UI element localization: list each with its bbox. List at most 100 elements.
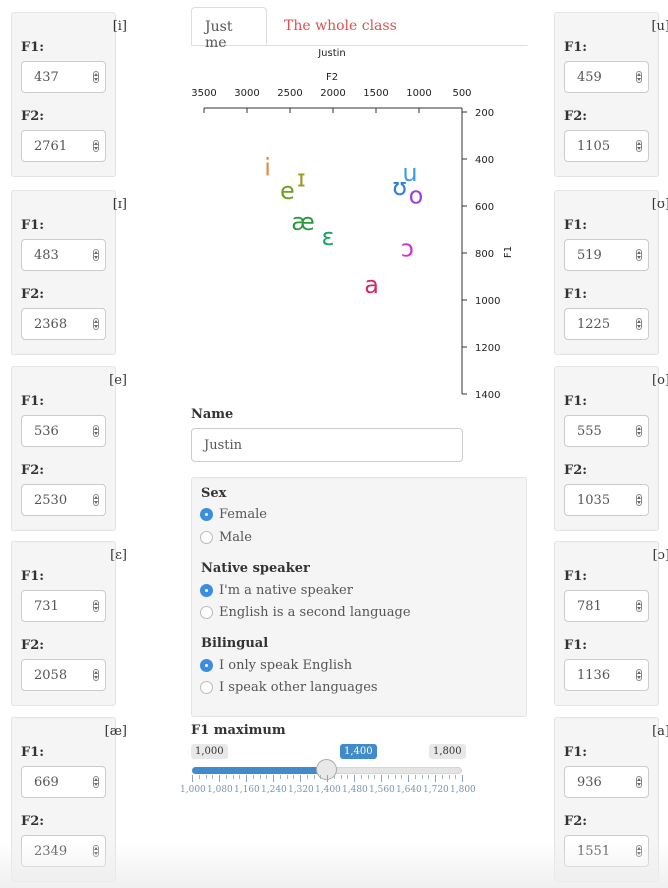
slider-grid-label: 1,480 [342,785,368,795]
slider-grid-label: 1,640 [396,785,422,795]
f1-input[interactable]: 669 [21,766,106,798]
vowel-symbol: [æ] [104,724,127,739]
slider-tick [333,775,335,779]
f2-input[interactable]: 1225 [564,308,649,340]
slider-tick [198,775,200,779]
vowel-point: i [264,154,271,182]
f1-input[interactable]: 483 [21,239,106,271]
slider-tick [462,775,463,782]
y-tick-label: 1000 [475,296,500,307]
x-tick-label: 2000 [320,88,345,99]
vowel-panel-uh: [ʊ] F1: 519 F1: 1225 [554,190,668,355]
f1-label: F1: [21,218,45,233]
slider-tick [313,775,315,779]
slider-tick [435,775,436,782]
spinner-icon[interactable] [93,425,99,437]
spinner-icon[interactable] [93,140,99,152]
spinner-icon[interactable] [636,140,642,152]
f2-label: F2: [564,814,588,829]
spinner-icon[interactable] [636,669,642,681]
slider-value-label: 1,400 [340,744,377,759]
f1-input[interactable]: 519 [564,239,649,271]
y-tick-label: 1400 [475,390,500,401]
spinner-icon[interactable] [93,669,99,681]
f2-label: F2: [21,814,45,829]
spinner-icon[interactable] [636,249,642,261]
radio-checked-icon[interactable] [200,508,213,521]
slider-grid-label: 1,320 [288,785,314,795]
vowel-panel-eh: [ɛ] F1: 731 F2: 2058 [11,541,127,706]
slider-grid-label: 1,160 [234,785,260,795]
slider-tick [401,775,403,779]
slider-grid-label: 1,560 [369,785,395,795]
f1-label: F1: [21,745,45,760]
slider-tick [232,775,234,779]
slider-tick [455,775,457,779]
spinner-icon[interactable] [636,71,642,83]
f2-input[interactable]: 2761 [21,130,106,162]
slider-tick [219,775,220,782]
f2-input[interactable]: 1136 [564,659,649,691]
radio-checked-icon[interactable] [200,659,213,672]
vowel-symbol: [u] [651,19,668,34]
vowel-point: a [364,271,379,299]
radio-checked-icon[interactable] [200,584,213,597]
f1-input[interactable]: 731 [21,590,106,622]
f2-input[interactable]: 2058 [21,659,106,691]
vowel-panel-e: [e] F1: 536 F2: 2530 [11,366,127,531]
slider-tick [414,775,416,779]
f1-label: F1: [564,569,588,584]
tab-whole-class[interactable]: The whole class [271,7,410,45]
radio-unchecked-icon[interactable] [200,531,213,544]
tab-just-me[interactable]: Just me [191,7,267,51]
spinner-icon[interactable] [636,776,642,788]
slider-tick [192,775,193,782]
f2-label: F2: [21,638,45,653]
slider-tick [320,775,322,779]
f2-input[interactable]: 1035 [564,484,649,516]
radio-unchecked-icon[interactable] [200,606,213,619]
f2-input[interactable]: 1105 [564,130,649,162]
f2-label: F2: [21,287,45,302]
f1-input[interactable]: 555 [564,415,649,447]
slider-tick [327,775,328,782]
slider-tick [286,775,288,779]
slider-tick [300,775,301,782]
slider-tick [306,775,308,779]
spinner-icon[interactable] [636,318,642,330]
vowel-panel-o: [o] F1: 555 F2: 1035 [554,366,668,531]
slider-tick [205,775,207,779]
f2-input[interactable]: 2368 [21,308,106,340]
f1-label: F1: [564,394,588,409]
slider-tick [239,775,241,779]
name-input[interactable]: Justin [191,428,463,462]
slider-tick [360,775,362,779]
y-axis-label: F1 [503,246,514,258]
spinner-icon[interactable] [93,600,99,612]
plot-title: Justin [317,48,346,59]
x-tick-label: 3500 [191,88,216,99]
radio-unchecked-icon[interactable] [200,681,213,694]
f1-input[interactable]: 536 [21,415,106,447]
f1-input[interactable]: 459 [564,61,649,93]
y-tick-label: 800 [475,249,494,260]
f1-label: F1: [21,40,45,55]
x-tick-label: 1500 [363,88,388,99]
slider-tick [225,775,227,779]
spinner-icon[interactable] [93,494,99,506]
spinner-icon[interactable] [93,776,99,788]
f1-input[interactable]: 936 [564,766,649,798]
x-tick-label: 1000 [406,88,431,99]
spinner-icon[interactable] [636,494,642,506]
spinner-icon[interactable] [93,318,99,330]
x-axis: 3500 3000 2500 2000 1500 1000 500 [191,88,472,113]
vowel-panel-open-o: [ɔ] F1: 781 F1: 1136 [554,541,668,706]
f1-input[interactable]: 781 [564,590,649,622]
f2-input[interactable]: 2530 [21,484,106,516]
spinner-icon[interactable] [93,249,99,261]
spinner-icon[interactable] [636,600,642,612]
spinner-icon[interactable] [93,71,99,83]
slider-fill [192,767,326,774]
spinner-icon[interactable] [636,425,642,437]
f1-input[interactable]: 437 [21,61,106,93]
